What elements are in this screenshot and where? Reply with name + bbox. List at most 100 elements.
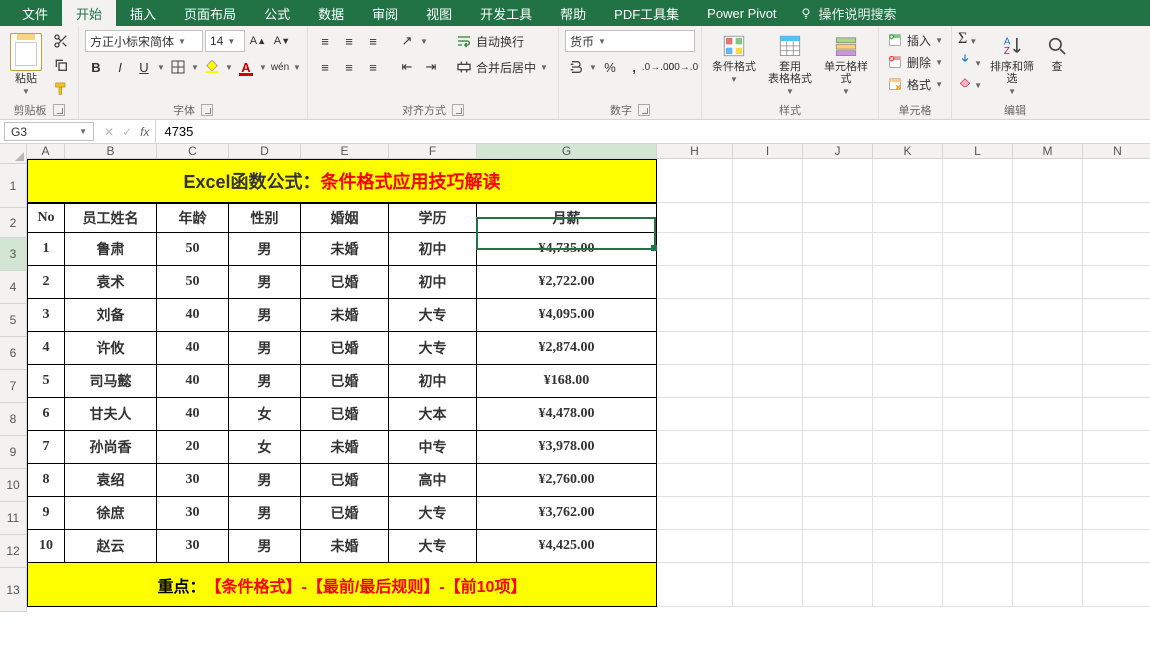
bold-button[interactable]: B — [85, 56, 107, 78]
cell[interactable]: 3 — [27, 299, 65, 332]
cell[interactable]: 2 — [27, 266, 65, 299]
cell[interactable] — [943, 365, 1013, 398]
cell[interactable]: 未婚 — [301, 299, 389, 332]
cell[interactable]: 40 — [157, 398, 229, 431]
cell[interactable] — [803, 203, 873, 233]
cell[interactable] — [873, 332, 943, 365]
cell[interactable]: ¥4,735.00 — [477, 233, 657, 266]
cell[interactable] — [733, 398, 803, 431]
col-header-N[interactable]: N — [1083, 144, 1150, 159]
cell[interactable] — [943, 332, 1013, 365]
cell[interactable] — [803, 159, 873, 203]
cell[interactable]: 男 — [229, 266, 301, 299]
menu-tab-9[interactable]: 帮助 — [546, 0, 600, 26]
dialog-launcher-icon[interactable] — [638, 104, 650, 116]
cell[interactable]: 员工姓名 — [65, 203, 157, 233]
cell[interactable]: ¥4,095.00 — [477, 299, 657, 332]
row-header-7[interactable]: 7 — [0, 370, 27, 403]
cell[interactable] — [733, 233, 803, 266]
cell[interactable]: 大专 — [389, 332, 477, 365]
cell[interactable] — [943, 159, 1013, 203]
cell[interactable]: 男 — [229, 530, 301, 563]
cell[interactable] — [657, 233, 733, 266]
orientation-button[interactable]: ↗ — [396, 30, 418, 52]
cell[interactable] — [1013, 464, 1083, 497]
cell[interactable]: 男 — [229, 464, 301, 497]
cell[interactable] — [803, 464, 873, 497]
cell[interactable] — [943, 266, 1013, 299]
cell[interactable] — [1013, 563, 1083, 607]
col-header-E[interactable]: E — [301, 144, 389, 159]
cell[interactable] — [873, 266, 943, 299]
autosum-button[interactable]: Σ▼ — [958, 30, 982, 50]
row-header-4[interactable]: 4 — [0, 271, 27, 304]
cell[interactable] — [803, 233, 873, 266]
cell[interactable]: Excel函数公式：条件格式应用技巧解读 — [27, 159, 657, 203]
cell[interactable]: 重点：【条件格式】-【最前/最后规则】-【前10项】 — [27, 563, 657, 607]
cell[interactable] — [943, 563, 1013, 607]
cell[interactable] — [1013, 431, 1083, 464]
cell[interactable] — [873, 530, 943, 563]
cell[interactable] — [1013, 159, 1083, 203]
cell[interactable] — [943, 431, 1013, 464]
cell[interactable]: 50 — [157, 233, 229, 266]
cell[interactable]: 司马懿 — [65, 365, 157, 398]
cell[interactable] — [733, 203, 803, 233]
cell[interactable]: 已婚 — [301, 497, 389, 530]
conditional-format-button[interactable]: 条件格式▼ — [708, 30, 760, 96]
menu-tab-3[interactable]: 页面布局 — [170, 0, 250, 26]
cell[interactable] — [943, 203, 1013, 233]
tell-me-search[interactable]: 操作说明搜索 — [799, 4, 897, 23]
cell[interactable]: 4 — [27, 332, 65, 365]
font-size-select[interactable]: 14▼ — [205, 30, 245, 52]
cell-styles-button[interactable]: 单元格样式▼ — [820, 30, 872, 96]
chevron-down-icon[interactable]: ▼ — [225, 56, 233, 78]
cell[interactable] — [657, 563, 733, 607]
cell[interactable] — [657, 398, 733, 431]
row-header-1[interactable]: 1 — [0, 164, 27, 208]
menu-tab-6[interactable]: 审阅 — [358, 0, 412, 26]
cell[interactable] — [873, 233, 943, 266]
cell[interactable] — [803, 398, 873, 431]
cell[interactable]: ¥2,760.00 — [477, 464, 657, 497]
cell[interactable] — [943, 233, 1013, 266]
cell[interactable] — [1083, 431, 1150, 464]
cell[interactable]: 20 — [157, 431, 229, 464]
menu-tab-0[interactable]: 文件 — [8, 0, 62, 26]
cell[interactable] — [657, 464, 733, 497]
cell[interactable]: ¥168.00 — [477, 365, 657, 398]
decrease-indent-button[interactable]: ⇤ — [396, 56, 418, 78]
cell[interactable] — [657, 159, 733, 203]
cell[interactable]: 7 — [27, 431, 65, 464]
chevron-down-icon[interactable]: ▼ — [157, 56, 165, 78]
cell[interactable] — [873, 365, 943, 398]
align-center-button[interactable]: ≡ — [338, 56, 360, 78]
cell[interactable] — [1083, 497, 1150, 530]
cell-grid[interactable]: Excel函数公式：条件格式应用技巧解读No员工姓名年龄性别婚姻学历月薪1鲁肃5… — [27, 159, 1150, 607]
fx-button[interactable]: fx — [140, 125, 149, 139]
cell[interactable] — [657, 332, 733, 365]
formula-input[interactable] — [156, 120, 1150, 143]
cell[interactable]: 袁绍 — [65, 464, 157, 497]
cell[interactable]: 男 — [229, 332, 301, 365]
menu-tab-11[interactable]: Power Pivot — [693, 0, 790, 26]
cell[interactable] — [657, 530, 733, 563]
cell[interactable]: 初中 — [389, 365, 477, 398]
cell[interactable] — [733, 530, 803, 563]
cell[interactable]: No — [27, 203, 65, 233]
increase-font-button[interactable]: A▲ — [247, 30, 269, 52]
wrap-text-button[interactable]: 自动换行 — [452, 30, 552, 52]
cell[interactable] — [1013, 497, 1083, 530]
accept-formula-button[interactable]: ✓ — [122, 125, 132, 139]
cell[interactable]: 性别 — [229, 203, 301, 233]
cell[interactable] — [733, 563, 803, 607]
fill-color-button[interactable] — [201, 56, 223, 78]
row-header-2[interactable]: 2 — [0, 208, 27, 238]
font-color-button[interactable]: A — [235, 56, 257, 78]
cell[interactable] — [733, 365, 803, 398]
row-header-3[interactable]: 3 — [0, 238, 27, 271]
cell[interactable]: 婚姻 — [301, 203, 389, 233]
cell[interactable] — [943, 530, 1013, 563]
cell[interactable] — [943, 464, 1013, 497]
cell[interactable]: 8 — [27, 464, 65, 497]
